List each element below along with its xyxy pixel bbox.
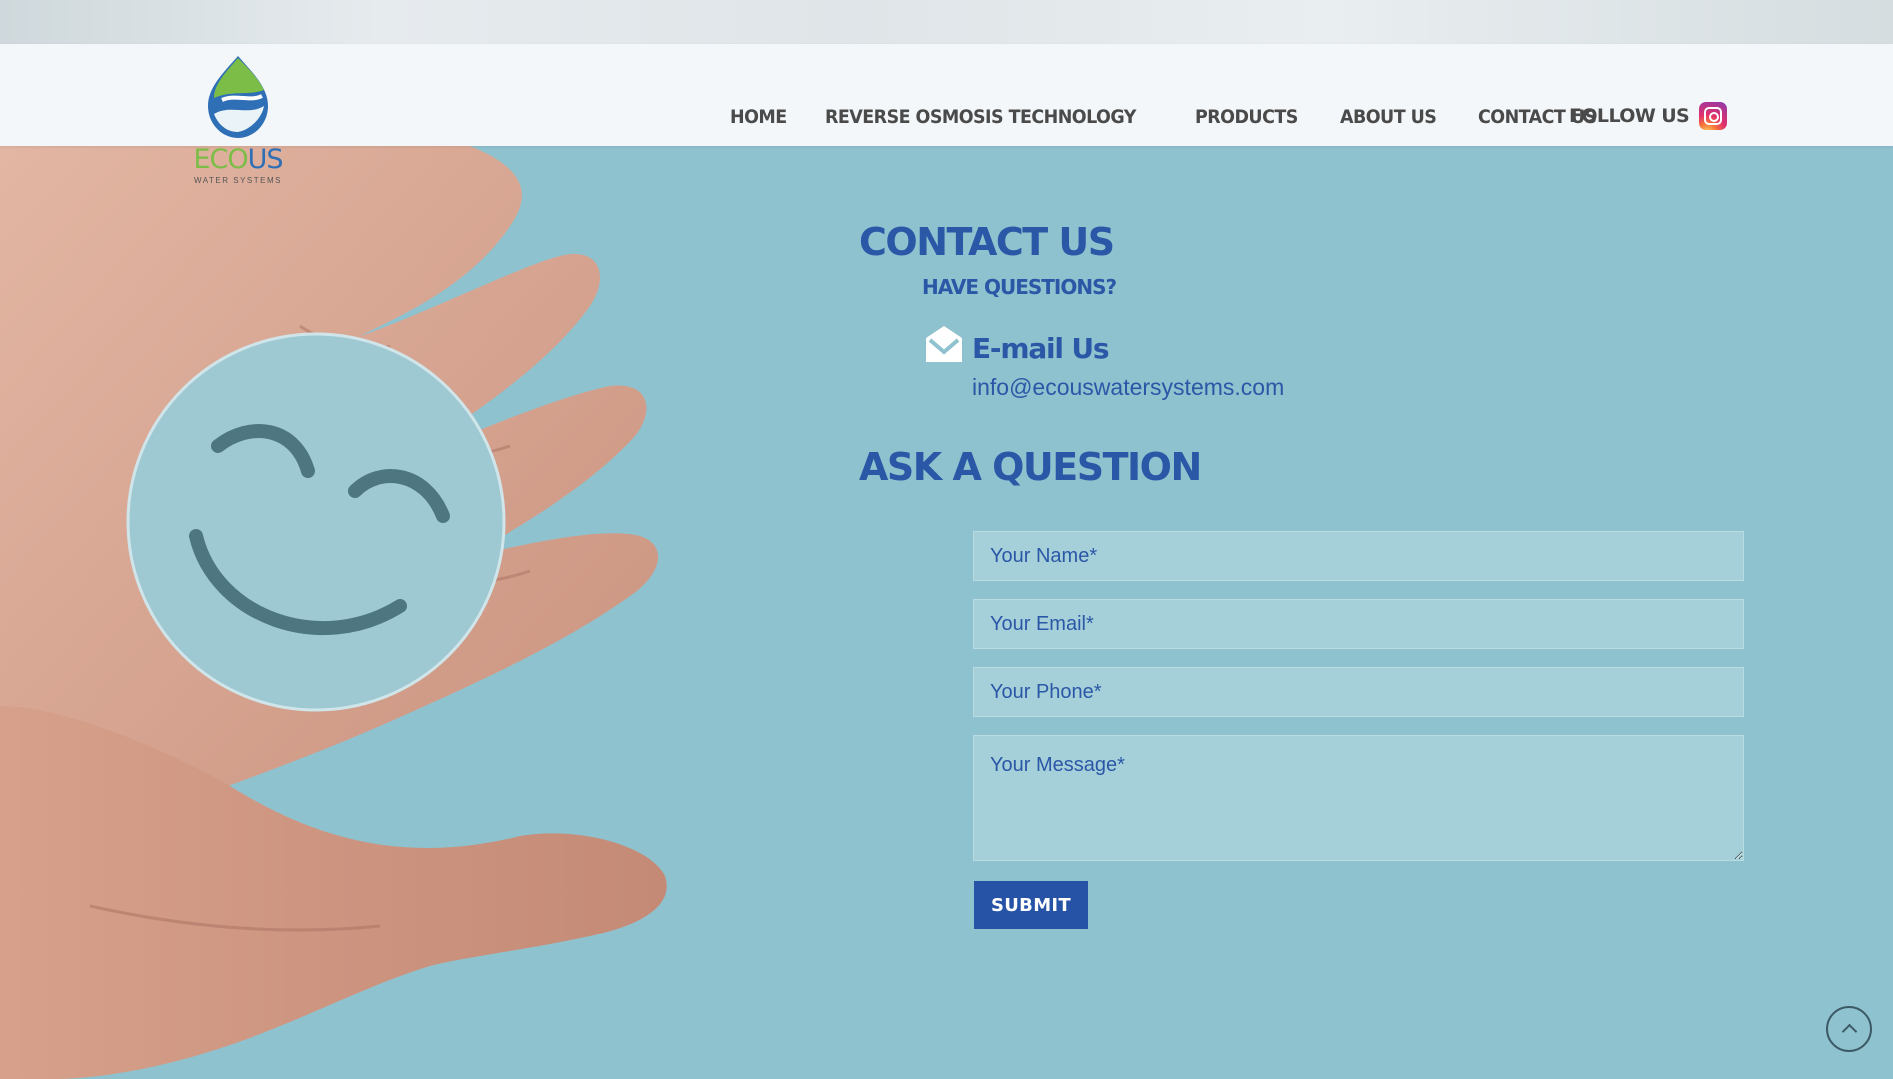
water-drop-logo-icon <box>208 56 268 138</box>
site-header: ECOUS WATER SYSTEMS HOME REVERSE OSMOSIS… <box>0 44 1893 185</box>
ask-question-title: ASK A QUESTION <box>859 445 1202 489</box>
main-nav: HOME REVERSE OSMOSIS TECHNOLOGY PRODUCTS… <box>730 104 1640 130</box>
instagram-icon[interactable] <box>1699 102 1728 130</box>
contact-title: CONTACT US <box>859 220 1115 264</box>
nav-about-us[interactable]: ABOUT US <box>1340 104 1437 130</box>
email-input[interactable] <box>973 599 1744 649</box>
envelope-icon <box>926 326 962 362</box>
nav-reverse-osmosis-technology[interactable]: REVERSE OSMOSIS TECHNOLOGY <box>825 104 1136 130</box>
scroll-to-top-button[interactable] <box>1826 1006 1872 1052</box>
name-input[interactable] <box>973 531 1744 581</box>
logo-wordmark: ECOUS <box>192 146 284 173</box>
top-water-strip <box>0 0 1893 44</box>
phone-input[interactable] <box>973 667 1744 717</box>
ecous-logo[interactable]: ECOUS WATER SYSTEMS <box>192 54 284 185</box>
follow-us-label: FOLLOW US <box>1569 105 1690 127</box>
logo-word-us: US <box>247 144 284 175</box>
message-textarea[interactable] <box>973 735 1744 861</box>
submit-button[interactable]: SUBMIT <box>974 881 1088 929</box>
nav-products[interactable]: PRODUCTS <box>1195 104 1298 130</box>
logo-subtitle: WATER SYSTEMS <box>194 176 282 185</box>
hands-smiley-illustration <box>0 146 667 1079</box>
email-us-heading: E-mail Us <box>972 332 1110 365</box>
follow-us: FOLLOW US <box>1569 102 1728 130</box>
nav-home[interactable]: HOME <box>730 104 787 130</box>
email-address-link[interactable]: info@ecouswatersystems.com <box>972 372 1284 402</box>
logo-word-eco: ECO <box>193 144 248 175</box>
contact-subtitle: HAVE QUESTIONS? <box>922 275 1117 299</box>
